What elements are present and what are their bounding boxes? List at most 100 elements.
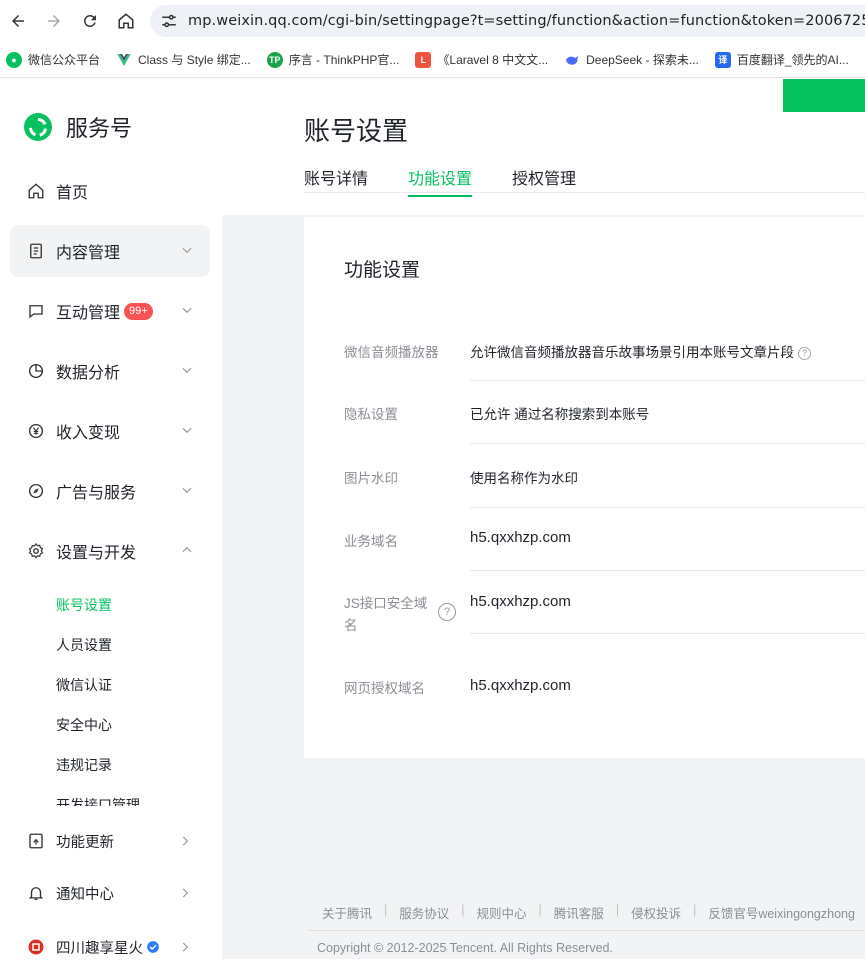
chevron-right-icon xyxy=(182,836,189,846)
browser-toolbar: mp.weixin.qq.com/cgi-bin/settingpage?t=s… xyxy=(0,0,865,42)
row-divider xyxy=(470,633,865,634)
bookmark-laravel[interactable]: L 《Laravel 8 中文文... xyxy=(415,51,548,68)
bookmark-deepseek[interactable]: DeepSeek - 探索未... xyxy=(564,51,699,68)
wechat-icon: ● xyxy=(6,51,22,68)
sidebar-item-updates[interactable]: 功能更新 xyxy=(10,821,210,861)
bookmarks-bar: ● 微信公众平台 Class 与 Style 绑定... TP 序言 - Thi… xyxy=(0,42,865,78)
sidebar-subitem-violations[interactable]: 违规记录 xyxy=(56,755,112,775)
sidebar: 服务号 首页 内容管理 互动管理 99+ 数据分析 收入变现 广告与服务 设置与… xyxy=(0,79,222,959)
sidebar-item-analytics[interactable]: 数据分析 xyxy=(10,345,210,397)
account-avatar-icon xyxy=(27,938,45,956)
setting-value[interactable]: 允许微信音频播放器音乐故事场景引用本账号文章片段? xyxy=(470,341,811,361)
reload-icon xyxy=(83,14,96,27)
chevron-up-icon xyxy=(182,546,192,553)
arrow-left-icon xyxy=(12,15,24,27)
tabs-divider xyxy=(304,192,865,193)
bookmark-baidu-translate[interactable]: 译 百度翻译_领先的AI... xyxy=(714,51,849,68)
sidebar-item-label: 内容管理 xyxy=(56,245,121,262)
sidebar-item-interaction[interactable]: 互动管理 99+ xyxy=(10,285,210,337)
sidebar-item-label: 首页 xyxy=(56,185,89,202)
chevron-down-icon xyxy=(182,427,192,434)
setting-value-text: 允许微信音频播放器音乐故事场景引用本账号文章片段 xyxy=(470,345,794,360)
verified-icon xyxy=(146,940,160,954)
thinkphp-icon: TP xyxy=(266,51,283,68)
footer-link[interactable]: 反馈官号weixingongzhong xyxy=(708,903,855,922)
deepseek-icon xyxy=(564,52,580,68)
setting-label: JS接口安全域名 xyxy=(344,596,428,633)
yuan-icon xyxy=(27,422,45,440)
chevron-right-icon xyxy=(182,888,189,898)
footer-link[interactable]: 服务协议 xyxy=(399,903,449,922)
chevron-down-icon xyxy=(182,247,192,254)
chevron-down-icon xyxy=(182,487,192,494)
help-icon[interactable]: ? xyxy=(798,346,811,360)
page-header: 账号设置 账号详情 功能设置 授权管理 xyxy=(222,79,865,215)
message-icon xyxy=(27,302,45,320)
forward-button[interactable] xyxy=(36,3,72,39)
sidebar-item-settings[interactable]: 设置与开发 xyxy=(10,525,210,577)
sidebar-item-label: 设置与开发 xyxy=(56,545,137,562)
row-divider xyxy=(470,570,865,571)
separator: | xyxy=(461,903,465,917)
gear-icon xyxy=(27,542,45,560)
sidebar-subitem-account-settings[interactable]: 账号设置 xyxy=(56,595,112,615)
sidebar-subitem-staff-settings[interactable]: 人员设置 xyxy=(56,635,112,655)
footer-link[interactable]: 关于腾讯 xyxy=(322,903,372,922)
compass-icon xyxy=(27,482,45,500)
bookmark-label: 百度翻译_领先的AI... xyxy=(736,53,849,67)
copyright: Copyright © 2012-2025 Tencent. All Right… xyxy=(317,941,613,955)
sidebar-subitem-verification[interactable]: 微信认证 xyxy=(56,675,112,695)
footer-link[interactable]: 腾讯客服 xyxy=(554,903,604,922)
separator: | xyxy=(615,903,620,917)
pie-chart-icon xyxy=(27,362,45,380)
wechat-mp-logo-icon xyxy=(24,113,52,141)
site-settings-icon[interactable] xyxy=(160,11,178,31)
setting-label: 业务域名 xyxy=(344,534,398,549)
sidebar-item-label: 通知中心 xyxy=(56,886,114,903)
bookmark-label: 序言 - ThinkPHP官... xyxy=(288,53,400,67)
sidebar-subitem-dev-api[interactable]: 开发接口管理 xyxy=(56,795,140,806)
header-action-button[interactable] xyxy=(783,79,865,112)
chevron-down-icon xyxy=(182,307,192,314)
sidebar-item-monetization[interactable]: 收入变现 xyxy=(10,405,210,457)
sidebar-item-label: 收入变现 xyxy=(56,425,121,442)
setting-value[interactable]: h5.qxxhzp.com xyxy=(470,677,571,694)
laravel-icon: L xyxy=(415,51,432,68)
baidu-translate-icon: 译 xyxy=(714,51,731,68)
setting-value[interactable]: h5.qxxhzp.com xyxy=(470,593,571,610)
bell-icon xyxy=(27,884,45,902)
settings-panel: 功能设置 微信音频播放器 允许微信音频播放器音乐故事场景引用本账号文章片段? 隐… xyxy=(304,217,865,758)
footer-link[interactable]: 规则中心 xyxy=(477,903,527,922)
sidebar-item-home[interactable]: 首页 xyxy=(10,165,210,217)
setting-value[interactable]: h5.qxxhzp.com xyxy=(470,529,571,546)
help-icon[interactable]: ? xyxy=(438,603,456,621)
sidebar-item-ads[interactable]: 广告与服务 xyxy=(10,465,210,517)
sidebar-subitem-security[interactable]: 安全中心 xyxy=(56,715,112,735)
sidebar-item-label: 互动管理 xyxy=(56,305,121,322)
footer-link[interactable]: 侵权投诉 xyxy=(631,903,681,922)
setting-value[interactable]: 已允许 通过名称搜索到本账号 xyxy=(470,403,649,423)
main-content: 账号设置 账号详情 功能设置 授权管理 功能设置 微信音频播放器 允许微信音频播… xyxy=(222,79,865,959)
address-bar[interactable]: mp.weixin.qq.com/cgi-bin/settingpage?t=s… xyxy=(150,5,865,37)
notification-badge: 99+ xyxy=(124,302,153,320)
back-button[interactable] xyxy=(0,3,36,39)
separator: | xyxy=(538,903,542,917)
row-divider xyxy=(470,380,865,381)
home-button[interactable] xyxy=(108,3,144,39)
setting-value[interactable]: 使用名称作为水印 xyxy=(470,467,578,487)
brand[interactable]: 服务号 xyxy=(22,111,132,143)
brand-name: 服务号 xyxy=(66,116,133,141)
chevron-down-icon xyxy=(182,367,192,374)
bookmark-thinkphp[interactable]: TP 序言 - ThinkPHP官... xyxy=(266,51,400,68)
sidebar-item-label: 功能更新 xyxy=(56,834,114,851)
sidebar-item-notifications[interactable]: 通知中心 xyxy=(10,873,210,913)
reload-button[interactable] xyxy=(72,3,108,39)
sidebar-item-account[interactable]: 四川趣享星火 xyxy=(10,927,210,967)
bookmark-vue[interactable]: Class 与 Style 绑定... xyxy=(116,51,251,68)
sidebar-item-label: 广告与服务 xyxy=(56,485,137,502)
bookmark-wechat[interactable]: ● 微信公众平台 xyxy=(6,51,100,68)
sidebar-item-content[interactable]: 内容管理 xyxy=(10,225,210,277)
bookmark-label: Class 与 Style 绑定... xyxy=(138,53,251,67)
row-divider xyxy=(470,443,865,444)
arrow-right-icon xyxy=(48,15,60,27)
